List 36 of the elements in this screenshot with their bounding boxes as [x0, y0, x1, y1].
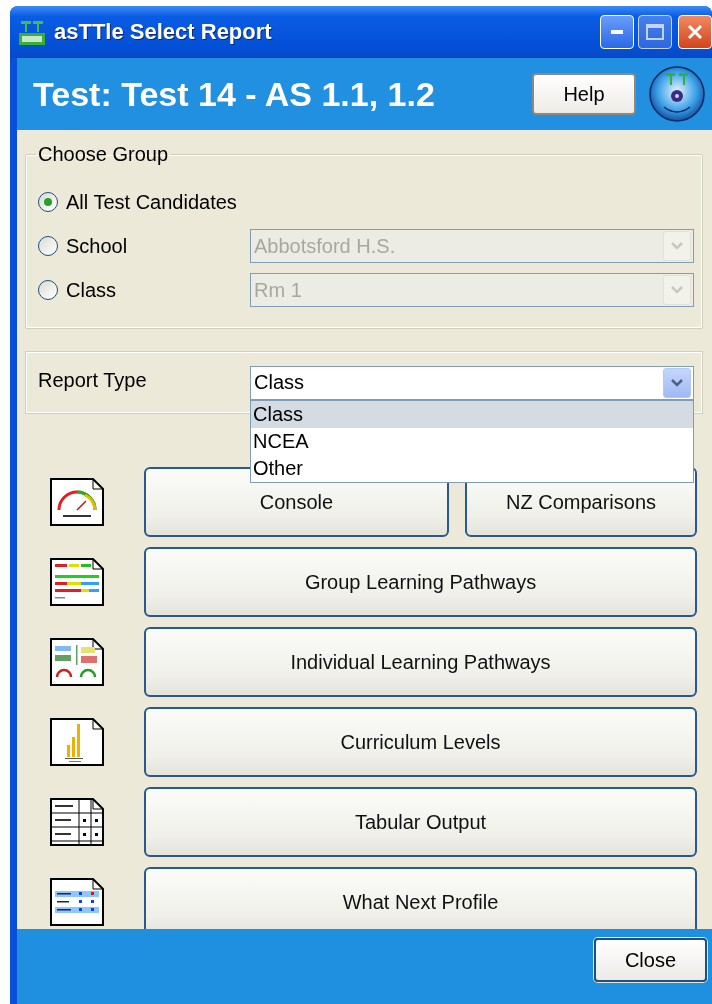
window-title: asTTle Select Report: [54, 19, 273, 45]
report-button[interactable]: Curriculum Levels: [144, 707, 697, 777]
table-icon: [49, 797, 105, 847]
report-button[interactable]: Tabular Output: [144, 787, 697, 857]
disc-icon: [648, 65, 706, 123]
radio-label: School: [66, 234, 128, 258]
radio-button[interactable]: [38, 280, 58, 300]
maximize-button[interactable]: [638, 15, 672, 49]
close-icon: [686, 23, 704, 41]
chevron-down-icon: [670, 285, 684, 295]
report-icon: [49, 557, 105, 607]
group-legend: Choose Group: [36, 143, 171, 166]
chevron-down-icon: [670, 241, 684, 251]
app-logo-icon: [18, 18, 46, 46]
radio-button[interactable]: [38, 192, 58, 212]
minimize-button[interactable]: [600, 15, 634, 49]
minimize-icon: [611, 30, 623, 34]
radio-label: All Test Candidates: [66, 190, 237, 214]
close-button[interactable]: [678, 15, 712, 49]
report-button[interactable]: Group Learning Pathways: [144, 547, 697, 617]
radio-button[interactable]: [38, 236, 58, 256]
chevron-down-icon: [670, 377, 684, 388]
gauge-icon: [49, 477, 105, 527]
report-button[interactable]: Individual Learning Pathways: [144, 627, 697, 697]
test-title: Test: Test 14 - AS 1.1, 1.2: [33, 74, 436, 114]
help-button[interactable]: Help: [532, 73, 636, 115]
bar-chart-icon: [49, 717, 105, 767]
dropdown-option[interactable]: Class: [251, 400, 693, 428]
report-button[interactable]: What Next Profile: [144, 867, 697, 929]
list-icon: [49, 877, 105, 927]
close-button[interactable]: Close: [594, 938, 707, 982]
report-type-label: Report Type: [38, 369, 148, 393]
radio-label: Class: [66, 278, 116, 302]
maximize-icon: [646, 24, 664, 40]
dropdown[interactable]: Class: [250, 365, 694, 400]
report-icon: [49, 637, 105, 687]
